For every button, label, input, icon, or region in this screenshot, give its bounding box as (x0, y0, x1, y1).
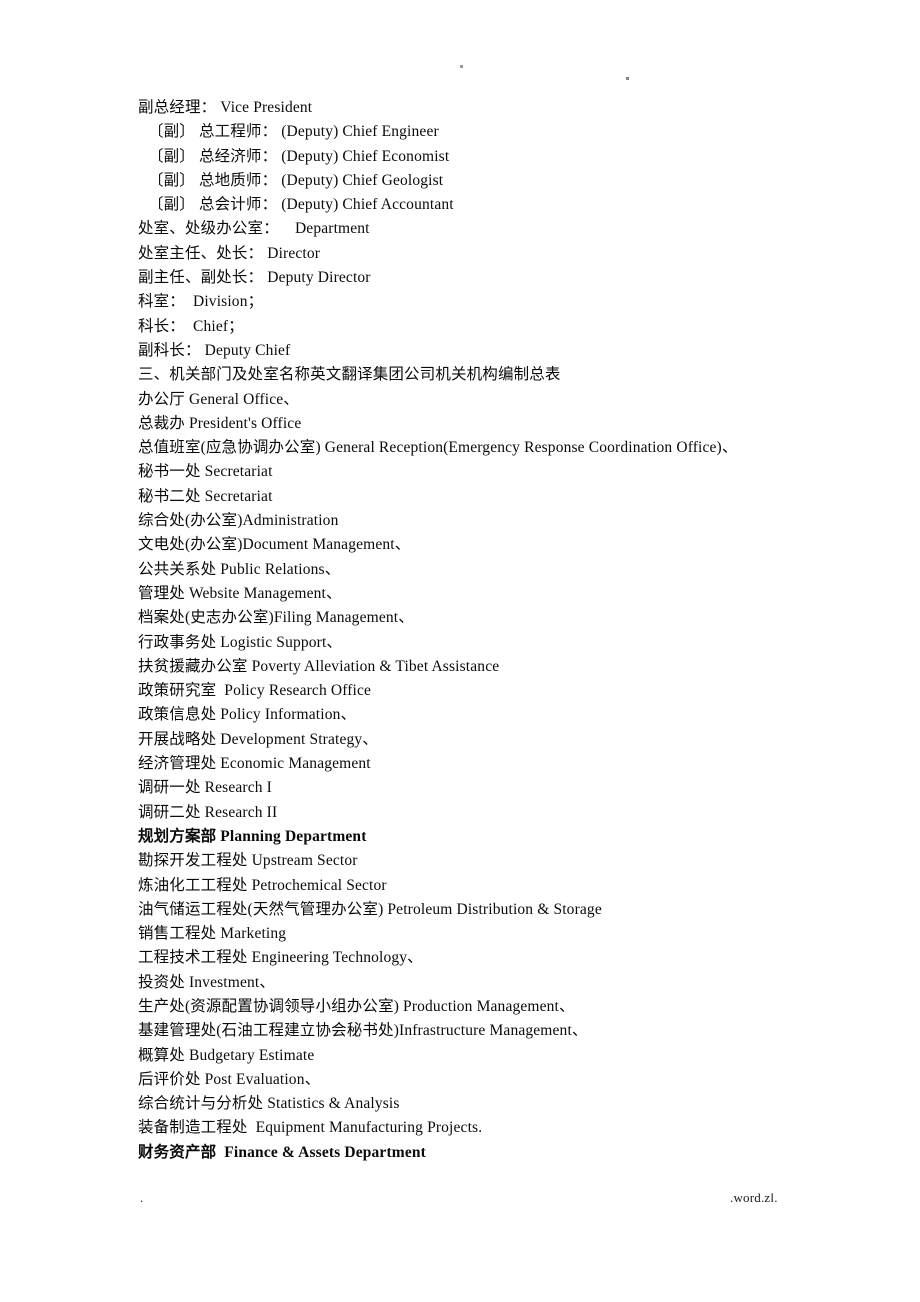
document-line: 扶贫援藏办公室 Poverty Alleviation & Tibet Assi… (138, 657, 500, 675)
document-line: 调研一处 Research I (138, 779, 272, 797)
document-line: 基建管理处(石油工程建立协会秘书处)Infrastructure Managem… (138, 1022, 588, 1040)
document-line: 炼油化工工程处 Petrochemical Sector (138, 876, 387, 894)
document-line: 总值班室(应急协调办公室) General Reception(Emergenc… (138, 439, 738, 457)
header-mark-left-icon (460, 65, 463, 68)
document-line: 副科长： Deputy Chief (138, 341, 291, 359)
document-line: 投资处 Investment、 (138, 973, 275, 991)
document-line: 经济管理处 Economic Management (138, 755, 371, 773)
page-header (0, 0, 920, 90)
document-line: 总裁办 President's Office (138, 414, 302, 432)
document-line: 调研二处 Research II (138, 803, 278, 821)
document-text-body: 副总经理： Vice President 〔副〕 总工程师： (Deputy) C… (138, 96, 838, 1165)
document-line: 勘探开发工程处 Upstream Sector (138, 852, 358, 870)
document-line: 开展战略处 Development Strategy、 (138, 730, 378, 748)
document-line: 科室： Division； (138, 293, 264, 311)
document-line: 办公厅 General Office、 (138, 390, 299, 408)
document-line: 处室、处级办公室： Department (138, 220, 370, 238)
footer-left-mark: . (140, 1190, 144, 1205)
document-line: 科长： Chief； (138, 317, 244, 335)
document-line: 〔副〕 总会计师： (Deputy) Chief Accountant (148, 196, 454, 214)
document-line: 规划方案部 Planning Department (138, 827, 367, 845)
document-line: 〔副〕 总经济师： (Deputy) Chief Economist (148, 147, 450, 165)
document-line: 公共关系处 Public Relations、 (138, 560, 341, 578)
document-line: 管理处 Website Management、 (138, 584, 342, 602)
document-line: 装备制造工程处 Equipment Manufacturing Projects… (138, 1119, 483, 1137)
document-line: 处室主任、处长： Director (138, 244, 321, 262)
document-line: 〔副〕 总地质师： (Deputy) Chief Geologist (148, 171, 444, 189)
document-line: 综合统计与分析处 Statistics & Analysis (138, 1095, 400, 1113)
document-line: 秘书二处 Secretariat (138, 487, 273, 505)
document-line: 后评价处 Post Evaluation、 (138, 1070, 321, 1088)
document-line: 文电处(办公室)Document Management、 (138, 536, 411, 554)
footer-watermark: .word.zl. (730, 1190, 778, 1205)
document-line: 生产处(资源配置协调领导小组办公室) Production Management… (138, 997, 575, 1015)
page-footer: . .word.zl. (0, 1190, 920, 1230)
document-line: 概算处 Budgetary Estimate (138, 1046, 315, 1064)
document-line: 副主任、副处长： Deputy Director (138, 269, 371, 287)
document-line: 行政事务处 Logistic Support、 (138, 633, 343, 651)
document-line: 副总经理： Vice President (138, 99, 313, 116)
document-line: 油气储运工程处(天然气管理办公室) Petroleum Distribution… (138, 900, 602, 918)
document-line: 三、机关部门及处室名称英文翻译集团公司机关机构编制总表 (138, 366, 561, 384)
header-mark-right-icon (626, 77, 629, 80)
document-line: 〔副〕 总工程师： (Deputy) Chief Engineer (148, 123, 439, 141)
document-page: 副总经理： Vice President 〔副〕 总工程师： (Deputy) C… (0, 0, 920, 1302)
document-line: 档案处(史志办公室)Filing Management、 (138, 609, 414, 627)
document-line: 财务资产部 Finance & Assets Department (138, 1143, 426, 1161)
document-line: 工程技术工程处 Engineering Technology、 (138, 949, 423, 967)
document-line: 政策信息处 Policy Information、 (138, 706, 357, 724)
document-line: 销售工程处 Marketing (138, 925, 287, 943)
document-line: 政策研究室 Policy Research Office (138, 682, 372, 700)
document-line: 综合处(办公室)Administration (138, 512, 339, 530)
document-line: 秘书一处 Secretariat (138, 463, 273, 481)
